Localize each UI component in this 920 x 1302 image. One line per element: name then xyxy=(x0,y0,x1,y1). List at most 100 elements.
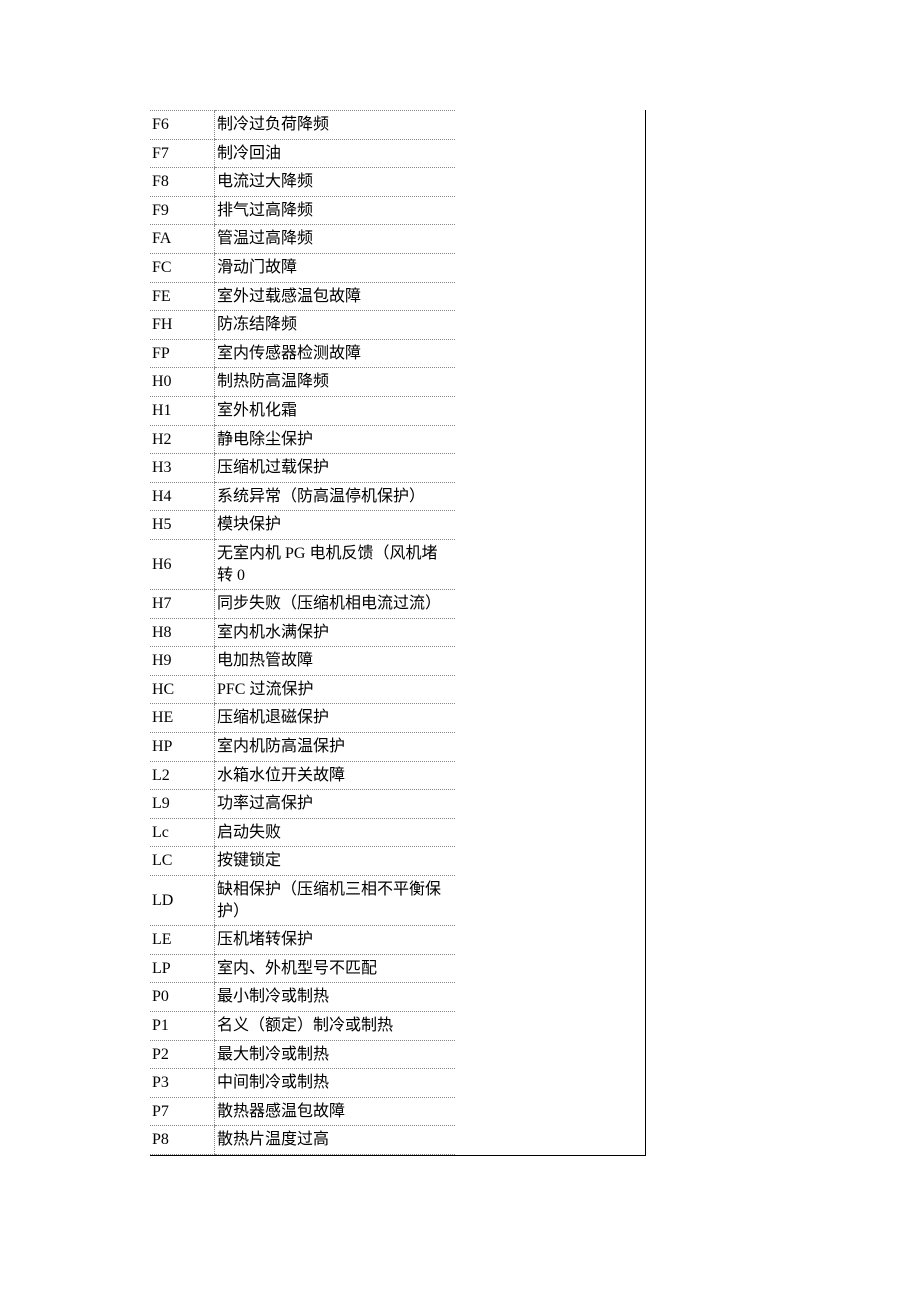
code-cell: LD xyxy=(150,876,215,926)
desc-cell: 制冷过负荷降频 xyxy=(215,111,456,140)
desc-cell: 最小制冷或制热 xyxy=(215,983,456,1012)
table-row: P1名义（额定）制冷或制热 xyxy=(150,1012,455,1041)
desc-cell: 散热器感温包故障 xyxy=(215,1097,456,1126)
table-row: P8散热片温度过高 xyxy=(150,1126,455,1155)
table-row: FC滑动门故障 xyxy=(150,253,455,282)
table-row: F7制冷回油 xyxy=(150,139,455,168)
code-cell: L9 xyxy=(150,790,215,819)
code-cell: FH xyxy=(150,311,215,340)
desc-cell: PFC 过流保护 xyxy=(215,675,456,704)
table-row: HCPFC 过流保护 xyxy=(150,675,455,704)
table-row: H5模块保护 xyxy=(150,511,455,540)
code-cell: P0 xyxy=(150,983,215,1012)
desc-cell: 室内传感器检测故障 xyxy=(215,339,456,368)
table-row: H9电加热管故障 xyxy=(150,647,455,676)
desc-cell: 中间制冷或制热 xyxy=(215,1069,456,1098)
desc-cell: 静电除尘保护 xyxy=(215,425,456,454)
code-cell: H5 xyxy=(150,511,215,540)
table-row: P0最小制冷或制热 xyxy=(150,983,455,1012)
table-wrapper: F6制冷过负荷降频F7制冷回油F8电流过大降频F9排气过高降频FA管温过高降频F… xyxy=(150,110,646,1156)
code-cell: H4 xyxy=(150,482,215,511)
desc-cell: 室内机水满保护 xyxy=(215,618,456,647)
table-row: L9功率过高保护 xyxy=(150,790,455,819)
code-cell: FP xyxy=(150,339,215,368)
desc-cell: 无室内机 PG 电机反馈（风机堵转 0 xyxy=(215,539,456,589)
desc-cell: 排气过高降频 xyxy=(215,196,456,225)
table-row: P7散热器感温包故障 xyxy=(150,1097,455,1126)
table-row: P3中间制冷或制热 xyxy=(150,1069,455,1098)
code-cell: H7 xyxy=(150,590,215,619)
desc-cell: 最大制冷或制热 xyxy=(215,1040,456,1069)
table-row: HP室内机防高温保护 xyxy=(150,733,455,762)
code-cell: LC xyxy=(150,847,215,876)
desc-cell: 制热防高温降频 xyxy=(215,368,456,397)
table-row: Lc启动失败 xyxy=(150,818,455,847)
desc-cell: 管温过高降频 xyxy=(215,225,456,254)
code-cell: H8 xyxy=(150,618,215,647)
table-row: F6制冷过负荷降频 xyxy=(150,111,455,140)
code-cell: P3 xyxy=(150,1069,215,1098)
desc-cell: 缺相保护（压缩机三相不平衡保护） xyxy=(215,876,456,926)
desc-cell: 制冷回油 xyxy=(215,139,456,168)
table-row: LC按键锁定 xyxy=(150,847,455,876)
code-cell: LE xyxy=(150,926,215,955)
table-row: F9排气过高降频 xyxy=(150,196,455,225)
desc-cell: 水箱水位开关故障 xyxy=(215,761,456,790)
desc-cell: 电流过大降频 xyxy=(215,168,456,197)
desc-cell: 启动失败 xyxy=(215,818,456,847)
code-cell: F8 xyxy=(150,168,215,197)
table-row: HE压缩机退磁保护 xyxy=(150,704,455,733)
desc-cell: 系统异常（防高温停机保护） xyxy=(215,482,456,511)
table-row: FP室内传感器检测故障 xyxy=(150,339,455,368)
desc-cell: 按键锁定 xyxy=(215,847,456,876)
code-cell: HP xyxy=(150,733,215,762)
code-cell: H6 xyxy=(150,539,215,589)
table-row: F8电流过大降频 xyxy=(150,168,455,197)
code-cell: FE xyxy=(150,282,215,311)
desc-cell: 防冻结降频 xyxy=(215,311,456,340)
table-row: LE压机堵转保护 xyxy=(150,926,455,955)
code-cell: Lc xyxy=(150,818,215,847)
desc-cell: 压缩机退磁保护 xyxy=(215,704,456,733)
code-cell: P2 xyxy=(150,1040,215,1069)
code-cell: HC xyxy=(150,675,215,704)
table-row: LP室内、外机型号不匹配 xyxy=(150,954,455,983)
code-cell: H1 xyxy=(150,396,215,425)
code-cell: F9 xyxy=(150,196,215,225)
code-cell: L2 xyxy=(150,761,215,790)
desc-cell: 室外机化霜 xyxy=(215,396,456,425)
code-cell: P7 xyxy=(150,1097,215,1126)
desc-cell: 压机堵转保护 xyxy=(215,926,456,955)
table-row: FH防冻结降频 xyxy=(150,311,455,340)
table-row: H1室外机化霜 xyxy=(150,396,455,425)
table-row: P2最大制冷或制热 xyxy=(150,1040,455,1069)
table-row: LD缺相保护（压缩机三相不平衡保护） xyxy=(150,876,455,926)
code-cell: H2 xyxy=(150,425,215,454)
code-cell: LP xyxy=(150,954,215,983)
desc-cell: 压缩机过载保护 xyxy=(215,454,456,483)
desc-cell: 室内机防高温保护 xyxy=(215,733,456,762)
desc-cell: 同步失败（压缩机相电流过流） xyxy=(215,590,456,619)
table-row: H8室内机水满保护 xyxy=(150,618,455,647)
table-row: H3压缩机过载保护 xyxy=(150,454,455,483)
table-row: H7同步失败（压缩机相电流过流） xyxy=(150,590,455,619)
table-row: FA管温过高降频 xyxy=(150,225,455,254)
table-row: H4系统异常（防高温停机保护） xyxy=(150,482,455,511)
table-row: H6无室内机 PG 电机反馈（风机堵转 0 xyxy=(150,539,455,589)
code-cell: HE xyxy=(150,704,215,733)
desc-cell: 电加热管故障 xyxy=(215,647,456,676)
table-row: FE室外过载感温包故障 xyxy=(150,282,455,311)
code-cell: FA xyxy=(150,225,215,254)
desc-cell: 室外过载感温包故障 xyxy=(215,282,456,311)
desc-cell: 模块保护 xyxy=(215,511,456,540)
code-cell: H3 xyxy=(150,454,215,483)
desc-cell: 室内、外机型号不匹配 xyxy=(215,954,456,983)
code-cell: F7 xyxy=(150,139,215,168)
code-cell: FC xyxy=(150,253,215,282)
code-cell: P1 xyxy=(150,1012,215,1041)
desc-cell: 散热片温度过高 xyxy=(215,1126,456,1155)
desc-cell: 滑动门故障 xyxy=(215,253,456,282)
error-code-table: F6制冷过负荷降频F7制冷回油F8电流过大降频F9排气过高降频FA管温过高降频F… xyxy=(150,110,455,1155)
code-cell: F6 xyxy=(150,111,215,140)
desc-cell: 名义（额定）制冷或制热 xyxy=(215,1012,456,1041)
